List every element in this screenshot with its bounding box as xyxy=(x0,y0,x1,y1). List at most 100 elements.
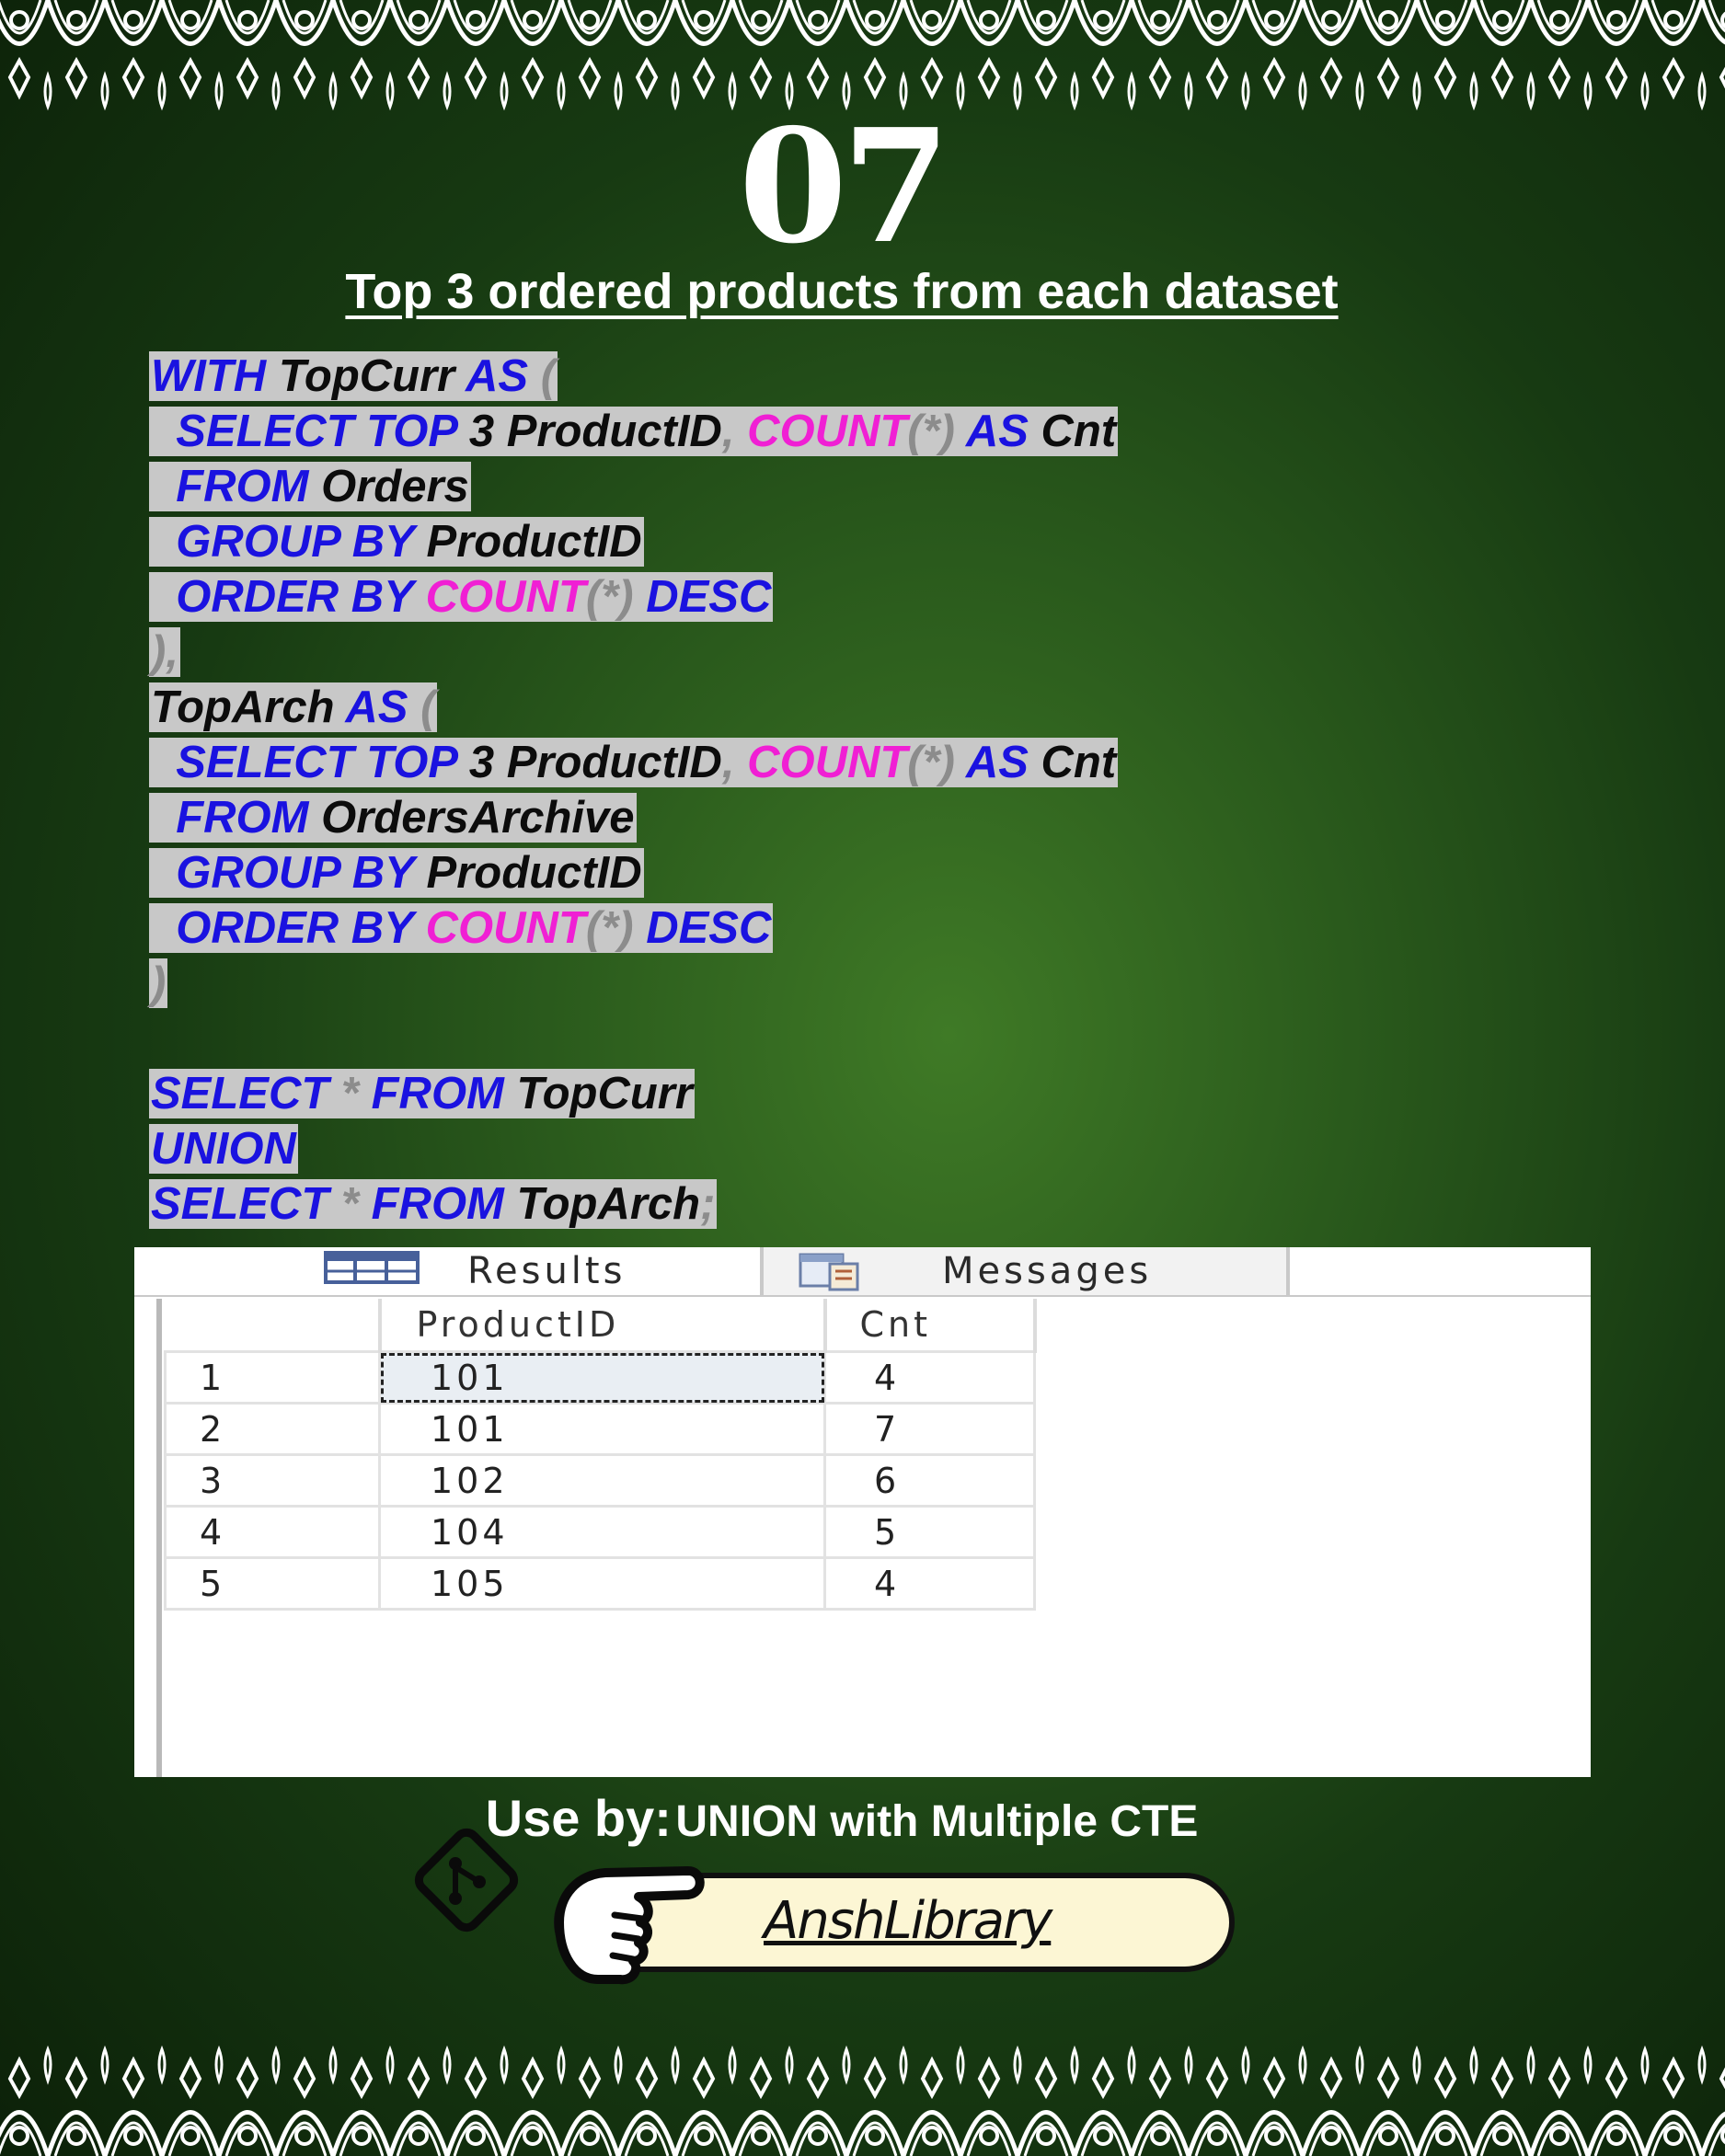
row-number-cell[interactable]: 1 xyxy=(164,1350,381,1405)
productid-cell[interactable]: 105 xyxy=(378,1556,826,1611)
brand-name[interactable]: AnshLibrary xyxy=(764,1891,1052,1951)
code-token: , xyxy=(721,738,735,787)
slide-number: 07 xyxy=(738,95,951,279)
code-token: ORDER BY xyxy=(176,903,413,953)
code-token: AS xyxy=(345,682,408,732)
code-token: 3 xyxy=(468,407,495,456)
grid-icon xyxy=(324,1249,420,1295)
code-token: TopArch xyxy=(151,682,335,732)
code-line: SELECT TOP 3 ProductID, COUNT(*) AS Cnt xyxy=(149,407,1119,462)
code-token: SELECT xyxy=(176,738,354,787)
code-token: (*) xyxy=(907,738,956,787)
results-grid-area: ProductID Cnt 1 101 4 2 101 7 3 102 6 4 104 5 5 105 4 xyxy=(156,1299,1596,1777)
cnt-cell[interactable]: 4 xyxy=(823,1556,1036,1611)
results-grid: ProductID Cnt 1 101 4 2 101 7 3 102 6 4 104 5 5 105 4 xyxy=(164,1299,1037,1611)
code-token: TOP xyxy=(366,407,457,456)
code-token: ( xyxy=(540,351,557,401)
row-number-cell[interactable]: 3 xyxy=(164,1453,381,1508)
code-line-highlight: GROUP BY ProductID xyxy=(149,517,644,567)
git-icon xyxy=(408,1821,525,1939)
row-number-cell[interactable]: 2 xyxy=(164,1402,381,1456)
code-token: SELECT xyxy=(151,1179,329,1229)
code-token: DESC xyxy=(646,903,772,953)
code-token: * xyxy=(340,1179,359,1229)
code-line-highlight: WITH TopCurr AS ( xyxy=(149,351,558,401)
productid-cell[interactable]: 101 xyxy=(378,1402,826,1456)
code-token: ProductID xyxy=(426,517,642,567)
code-token: Cnt xyxy=(1041,738,1117,787)
code-line: GROUP BY ProductID xyxy=(149,517,1118,572)
code-token: TopArch xyxy=(516,1179,701,1229)
code-token: DESC xyxy=(646,572,772,622)
code-token: AS xyxy=(466,351,529,401)
column-header-productid[interactable]: ProductID xyxy=(379,1299,827,1352)
code-line-highlight: UNION xyxy=(149,1124,298,1174)
messages-icon xyxy=(797,1251,892,1301)
table-row[interactable]: 5 105 4 xyxy=(164,1556,1036,1611)
code-line: FROM Orders xyxy=(149,462,1118,517)
code-token: FROM xyxy=(176,793,309,843)
code-token: TopCurr xyxy=(278,351,455,401)
code-token: (*) xyxy=(585,903,634,953)
code-line: SELECT * FROM TopArch; xyxy=(149,1179,1118,1234)
sql-code-block: WITH TopCurr AS ( SELECT TOP 3 ProductID… xyxy=(149,351,1119,1234)
cnt-cell[interactable]: 7 xyxy=(823,1402,1036,1456)
code-line: ), xyxy=(149,627,1118,682)
code-token: FROM xyxy=(371,1069,504,1118)
code-token: COUNT xyxy=(747,407,908,456)
table-row[interactable]: 4 104 5 xyxy=(164,1505,1036,1559)
code-token: TopCurr xyxy=(516,1069,693,1118)
code-line: ORDER BY COUNT(*) DESC xyxy=(149,903,1118,958)
productid-cell[interactable]: 101 xyxy=(378,1350,826,1405)
code-token: ORDER BY xyxy=(176,572,413,622)
code-token: , xyxy=(721,407,735,456)
cnt-cell[interactable]: 5 xyxy=(823,1505,1036,1559)
cnt-cell[interactable]: 4 xyxy=(823,1350,1036,1405)
code-token: UNION xyxy=(151,1124,296,1174)
row-number-header[interactable] xyxy=(165,1299,382,1352)
cnt-cell[interactable]: 6 xyxy=(823,1453,1036,1508)
productid-cell[interactable]: 102 xyxy=(378,1453,826,1508)
code-line-highlight: ORDER BY COUNT(*) DESC xyxy=(149,903,774,953)
code-token: ProductID xyxy=(506,738,722,787)
results-panel: Messages Results ProductID Cnt 1 101 4 2… xyxy=(134,1247,1591,1777)
code-line: ORDER BY COUNT(*) DESC xyxy=(149,572,1118,627)
column-header-cnt[interactable]: Cnt xyxy=(824,1299,1037,1352)
tab-messages-label: Messages xyxy=(942,1250,1153,1292)
code-token: COUNT xyxy=(425,903,586,953)
code-token: * xyxy=(340,1069,359,1118)
row-number-cell[interactable]: 4 xyxy=(164,1505,381,1559)
tab-results[interactable]: Results xyxy=(190,1247,764,1295)
code-line: ) xyxy=(149,958,1118,1014)
productid-cell[interactable]: 104 xyxy=(378,1505,826,1559)
row-number-cell[interactable]: 5 xyxy=(164,1556,381,1611)
table-row[interactable]: 2 101 7 xyxy=(164,1402,1036,1456)
table-row[interactable]: 3 102 6 xyxy=(164,1453,1036,1508)
code-token: ; xyxy=(700,1179,716,1229)
code-line-highlight: TopArch AS ( xyxy=(149,682,438,732)
code-token: ), xyxy=(151,627,178,677)
table-row[interactable]: 1 101 4 xyxy=(164,1350,1036,1405)
code-line: UNION xyxy=(149,1124,1118,1179)
